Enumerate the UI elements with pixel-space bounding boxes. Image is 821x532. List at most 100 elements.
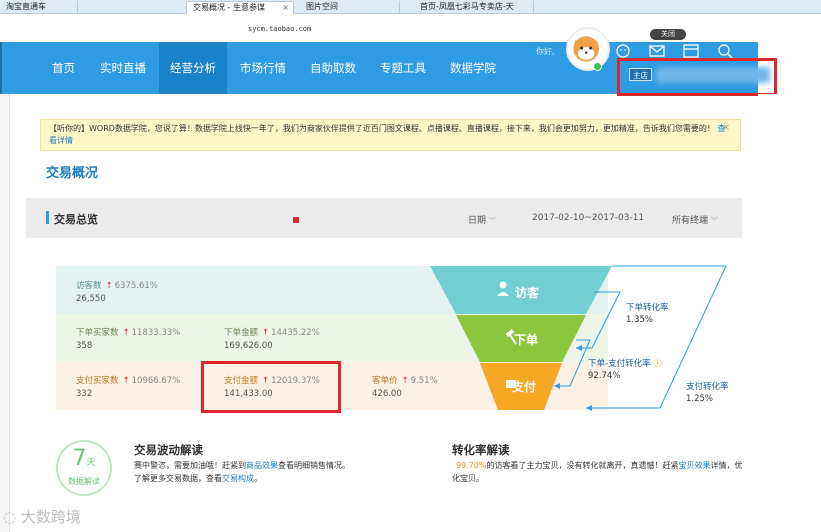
metric-value: 169,626.00 [224,341,273,351]
terminal-dropdown[interactable]: 所有终端 ﹀ [672,213,718,226]
browser-tab[interactable]: 首页-凤凰七彩马专卖店-天 [414,1,534,14]
date-range[interactable]: 2017-02-10~2017-03-11 [532,213,644,223]
metric-change: 11833.33% [131,328,181,338]
help-icon[interactable]: ⓘ [651,359,662,369]
marker-dot [293,217,299,223]
arrow-head-icon [576,345,582,351]
notice-banner: 【听你的】WORD数据学院，您说了算！数据学院上线快一年了，我们为商家伙伴提供了… [40,119,741,151]
metric-order-amount[interactable]: 下单金额 ↑ 14435.22% 169,626.00 [224,327,320,353]
right-margin [758,94,821,532]
online-status-dot [593,62,602,71]
metric-label: 客单价 [372,376,398,386]
tab-label: 淘宝直通车 [6,2,46,11]
browser-tab-active[interactable]: 交易概况 - 生意参谋 × [186,1,294,14]
close-tab-icon[interactable]: × [282,2,289,14]
funnel-label-order: 下单 [514,333,539,347]
metric-change: 14435.22% [271,328,320,338]
up-arrow-icon: ↑ [105,281,113,291]
product-effect-link[interactable]: 商品效果 [246,461,278,470]
title-accent-bar [46,211,49,224]
watermark-text: 大数跨境 [20,508,81,526]
metric-order-buyers[interactable]: 下单买家数 ↑ 11833.33% 358 [76,327,180,353]
url-text[interactable]: sycm.taobao.com [248,25,311,33]
rate-label: 下单-支付转化率 [588,359,651,369]
nav-item-live[interactable]: 实时直播 [100,42,146,94]
order-pay-conversion-rate: 下单-支付转化率 ⓘ 92.74% [588,358,662,382]
watermark-logo-icon: ◌ [3,508,17,526]
metric-label: 下单买家数 [76,328,119,338]
fluctuation-title: 交易波动解读 [134,443,203,457]
nav-item-tools[interactable]: 专题工具 [380,42,426,94]
page-title: 交易概况 [46,166,99,181]
rate-value: 1.25% [686,394,714,404]
rate-label: 下单转化率 [626,303,669,313]
conversion-text: 99.70%的访客看了主力宝贝，没有转化就离开，真遗憾！赶紧宝贝效果详情，优化宝… [452,459,744,485]
pay-conversion-rate: 支付转化率 1.25% [686,381,729,405]
text-segment: 了解更多交易数据，查看 [134,474,222,483]
rate-label: 支付转化率 [686,382,729,392]
metric-value: 26,550 [76,294,106,304]
badge-number: 7 [72,446,87,471]
left-margin [0,94,10,532]
overview-header: 交易总览 日期 ﹀ 2017-02-10~2017-03-11 所有终端 ﹀ [26,198,742,238]
up-arrow-icon: ↑ [262,328,270,338]
trade-composition-link[interactable]: 交易构成 [222,474,254,483]
tab-label: 图片空间 [306,2,338,11]
badge-label: 数据解读 [68,477,100,486]
item-effect-link[interactable]: 宝贝效果 [679,461,711,470]
metric-value: 332 [76,389,93,399]
text-segment: 。 [254,474,262,483]
address-bar: sycm.taobao.com 关闭 [0,14,821,42]
data-interpretation-badge[interactable]: 7天 数据解读 [56,440,112,496]
funnel-label-pay: 支付 [512,380,537,394]
up-arrow-icon: ↑ [401,376,409,386]
funnel-label-visitors: 访客 [515,286,540,300]
fox-avatar-icon [573,36,599,62]
nav-item-market[interactable]: 市场行情 [240,42,286,94]
metric-change: 6375.61% [114,281,158,291]
metric-label: 支付买家数 [76,376,119,386]
browser-tab[interactable]: 淘宝直通车 [0,1,78,14]
conversion-percent: 99.70% [456,461,487,470]
nav-item-home[interactable]: 首页 [52,42,75,94]
nav-edge [0,42,2,94]
chevron-down-icon: ﹀ [710,217,718,225]
avatar[interactable] [566,27,610,71]
terminal-label: 所有终端 [672,216,709,226]
badge-unit: 天 [86,458,96,468]
nav-item-self-fetch[interactable]: 自助取数 [310,42,356,94]
text-segment: 的访客看了主力宝贝，没有转化就离开，真遗憾！赶紧 [486,461,679,470]
chevron-down-icon: ﹀ [488,217,496,225]
notice-text: 【听你的】WORD数据学院，您说了算！数据学院上线快一年了，我们为商家伙伴提供了… [49,124,715,133]
fluctuation-text: 赛中警恣，需要加油哦！赶紧到商品效果查看明细销售情况。 了解更多交易数据，查看交… [134,459,350,485]
highlight-box [201,361,341,413]
nav-item-academy[interactable]: 数据学院 [450,42,496,94]
up-arrow-icon: ↑ [122,328,130,338]
date-dropdown[interactable]: 日期 ﹀ [468,213,496,226]
metric-pay-buyers[interactable]: 支付买家数 ↑ 10966.67% 332 [76,375,180,401]
badge-days: 7天 [58,446,110,476]
order-conversion-rate: 下单转化率 1.35% [626,302,669,326]
metric-label: 访客数 [76,281,102,291]
text-segment: 赛中警恣，需要加油哦！赶紧到 [134,461,246,470]
metric-change: 10966.67% [131,376,181,386]
rate-value: 1.35% [626,315,654,325]
metric-value: 358 [76,341,93,351]
arrow-head-icon [554,383,560,389]
greeting-text: 你好, [536,47,555,56]
metric-label: 下单金额 [224,328,259,338]
tab-label: 交易概况 - 生意参谋 [193,3,265,12]
metric-visitors[interactable]: 访客数 ↑ 6375.61% 26,550 [76,280,158,306]
watermark: ◌ 大数跨境 [3,506,81,527]
browser-tab[interactable]: 图片空间 [300,1,400,14]
close-tooltip: 关闭 [650,29,686,40]
nav-item-operation-analysis[interactable]: 经营分析 [159,42,227,94]
close-icon[interactable]: × [722,122,730,134]
conversion-title: 转化率解读 [452,443,510,457]
overview-title: 交易总览 [54,213,98,226]
browser-tab-strip: 淘宝直通车 交易概况 - 生意参谋 × 图片空间 首页-凤凰七彩马专卖店-天 [0,0,821,14]
tab-label: 首页-凤凰七彩马专卖店-天 [420,2,514,11]
highlight-box [617,58,777,96]
rate-value: 92.74% [588,371,621,381]
date-label: 日期 [468,216,487,226]
